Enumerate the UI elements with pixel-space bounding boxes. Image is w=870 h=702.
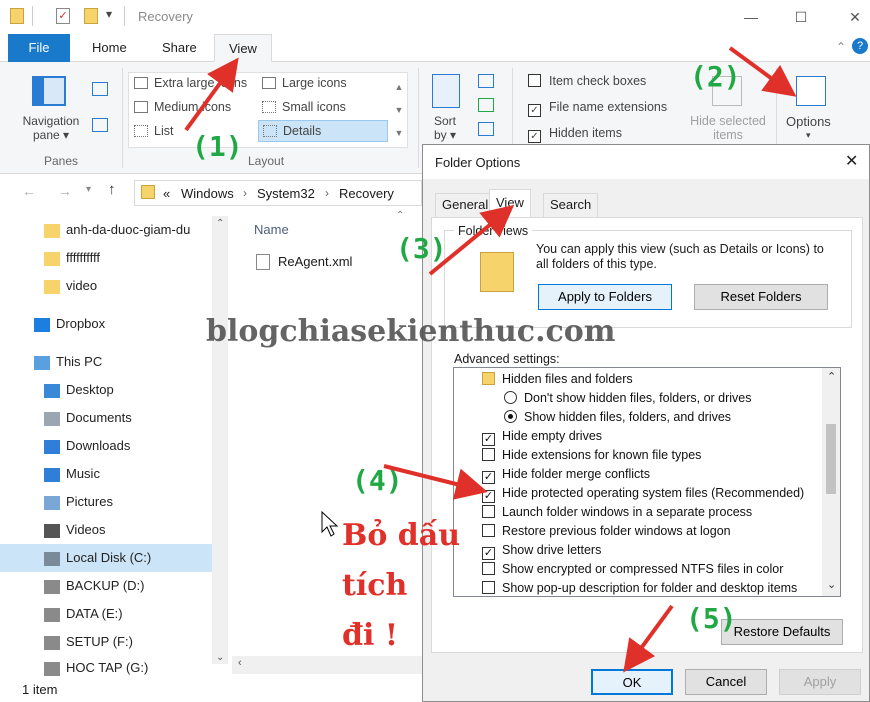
arrow-to-options — [728, 46, 797, 97]
arrow-to-protected-files — [383, 464, 488, 500]
mouse-cursor-icon — [321, 510, 339, 537]
arrow-to-view-tab — [184, 57, 239, 132]
arrow-to-dialog-view-tab — [428, 204, 515, 276]
annotation-arrows — [184, 46, 797, 673]
arrow-to-ok — [623, 604, 674, 673]
